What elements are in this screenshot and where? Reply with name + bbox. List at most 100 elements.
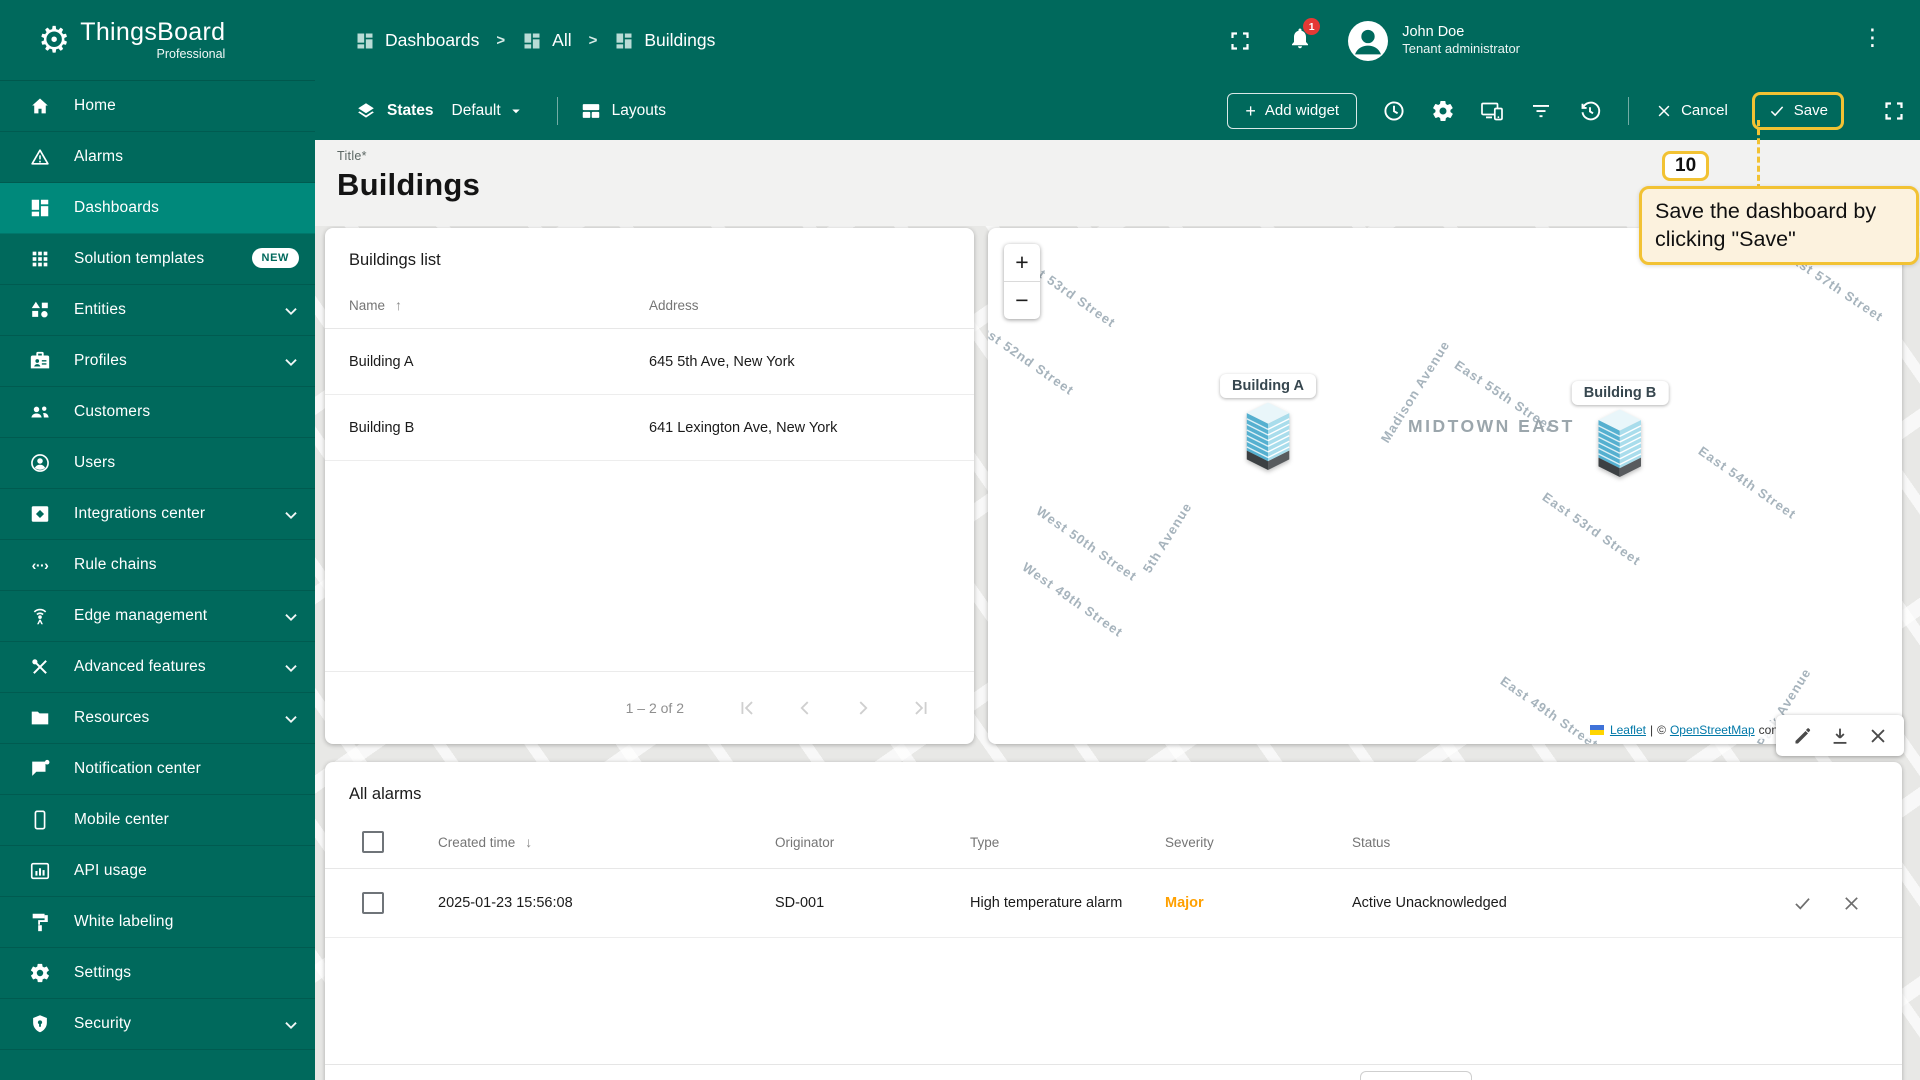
app-logo[interactable]: ⚙ ThingsBoard Professional [0,0,315,81]
download-widget-icon[interactable] [1829,725,1851,747]
chevron-down-icon [280,504,302,526]
breadcrumb-item-all[interactable]: All [522,30,571,51]
sidebar-item-settings[interactable]: Settings [0,948,315,999]
sidebar-item-white-labeling[interactable]: White labeling [0,897,315,948]
breadcrumb-item-dashboards[interactable]: Dashboards [355,30,479,51]
sidebar-item-resources[interactable]: Resources [0,693,315,744]
sidebar-item-rule-chains[interactable]: ‹··›Rule chains [0,540,315,591]
rows-per-page-select[interactable] [1360,1071,1472,1080]
toolbar-fullscreen-icon[interactable] [1882,99,1906,123]
leaflet-link[interactable]: Leaflet [1610,723,1646,737]
acknowledge-alarm-icon[interactable] [1792,893,1813,914]
column-header-type[interactable]: Type [970,835,1165,850]
column-header-severity[interactable]: Severity [1165,835,1352,850]
column-header-name[interactable]: Name [349,298,385,313]
sidebar-item-integrations-center[interactable]: Integrations center [0,489,315,540]
user-menu[interactable]: John Doe Tenant administrator [1402,23,1520,59]
sidebar-item-dashboards[interactable]: Dashboards [0,183,315,234]
sidebar-item-users[interactable]: Users [0,438,315,489]
time-window-button[interactable] [1381,98,1406,123]
zoom-out-button[interactable]: − [1004,281,1040,319]
state-select[interactable]: Default [452,102,535,120]
row-checkbox[interactable] [362,892,384,914]
layouts-button[interactable]: Layouts [612,102,666,120]
map-zoom-control: + − [1004,244,1040,319]
save-button[interactable]: Save [1768,102,1828,120]
sidebar-item-label: Dashboards [74,199,159,217]
state-value: Default [452,102,501,120]
first-page-button[interactable] [718,697,776,719]
remove-widget-icon[interactable] [1867,725,1889,747]
alarm-row[interactable]: 2025-01-23 15:56:08SD-001High temperatur… [325,869,1902,938]
sidebar-item-label: Security [74,1015,131,1033]
dashboard-settings-button[interactable] [1430,98,1455,123]
entity-aliases-button[interactable] [1479,98,1504,123]
column-header-originator[interactable]: Originator [775,835,970,850]
avatar[interactable] [1348,21,1388,61]
building-3d-icon [1595,405,1645,491]
chevron-down-icon [280,708,302,730]
cancel-button[interactable]: Cancel [1655,102,1728,120]
sidebar-item-profiles[interactable]: Profiles [0,336,315,387]
column-header-created-time[interactable]: Created time [438,835,515,850]
dashboard-canvas: Buildings list Name↑ Address Building A6… [315,226,1920,1080]
sidebar-item-customers[interactable]: Customers [0,387,315,438]
sidebar-item-label: White labeling [74,913,173,931]
entity-aliases-icon [1480,99,1504,123]
sidebar-item-security[interactable]: Security [0,999,315,1050]
select-all-checkbox[interactable] [362,831,384,853]
add-widget-button[interactable]: + Add widget [1227,93,1357,129]
sidebar-item-label: Mobile center [74,811,169,829]
sidebar-item-label: Home [74,97,116,115]
widget-edit-actions [1776,715,1904,756]
notification-icon [29,758,51,780]
notifications-badge: 1 [1303,18,1320,35]
version-control-button[interactable] [1577,98,1602,123]
widget-title: All alarms [325,762,1902,816]
last-page-button[interactable] [892,697,950,719]
dashboard-toolbar: States Default Layouts + Add widget [315,81,1920,140]
openstreetmap-link[interactable]: OpenStreetMap [1670,723,1755,737]
thingsboard-logo-icon: ⚙ [38,22,70,58]
sidebar-item-notification-center[interactable]: Notification center [0,744,315,795]
table-header-row: Created time↓ Originator Type Severity S… [325,816,1902,869]
customers-icon [29,401,51,423]
sidebar-item-advanced-features[interactable]: Advanced features [0,642,315,693]
prev-page-button[interactable] [776,697,834,719]
chevron-down-icon [507,102,525,120]
sidebar-item-solution-templates[interactable]: Solution templatesNEW [0,234,315,285]
breadcrumb-label: All [552,30,571,51]
version-control-icon [1578,99,1602,123]
sidebar-item-label: API usage [74,862,147,880]
map-marker-building-b[interactable]: Building B [1572,381,1669,491]
sidebar-item-edge-management[interactable]: Edge management [0,591,315,642]
sidebar-item-entities[interactable]: Entities [0,285,315,336]
map-marker-building-a[interactable]: Building A [1220,374,1316,484]
table-row[interactable]: Building A645 5th Ave, New York [325,329,974,395]
column-header-address[interactable]: Address [649,298,950,313]
sidebar-item-alarms[interactable]: Alarms [0,132,315,183]
dashboards-icon [29,197,51,219]
table-row[interactable]: Building B641 Lexington Ave, New York [325,395,974,461]
sidebar-item-api-usage[interactable]: API usage [0,846,315,897]
cell-name: Building B [349,420,649,436]
breadcrumb-item-buildings[interactable]: Buildings [614,30,715,51]
column-header-status[interactable]: Status [1352,835,1762,850]
user-role: Tenant administrator [1402,41,1520,58]
thingsboard-app: ⚙ ThingsBoard Professional Home Alarms Das… [0,0,1920,1080]
zoom-in-button[interactable]: + [1004,244,1040,281]
fullscreen-icon[interactable] [1228,29,1252,53]
notifications-button[interactable]: 1 [1288,26,1312,55]
edit-widget-icon[interactable] [1792,725,1814,747]
sidebar-item-label: Users [74,454,115,472]
clear-alarm-icon[interactable] [1841,893,1862,914]
sidebar-item-home[interactable]: Home [0,81,315,132]
next-page-button[interactable] [834,697,892,719]
save-button-highlight: Save [1752,92,1844,130]
sidebar-item-label: Solution templates [74,250,204,268]
sidebar-item-mobile-center[interactable]: Mobile center [0,795,315,846]
more-menu-icon[interactable]: ⋮ [1861,26,1884,49]
street-label: East 53rd Street [1540,489,1644,568]
filters-button[interactable] [1528,98,1553,123]
sidebar-item-label: Notification center [74,760,201,778]
